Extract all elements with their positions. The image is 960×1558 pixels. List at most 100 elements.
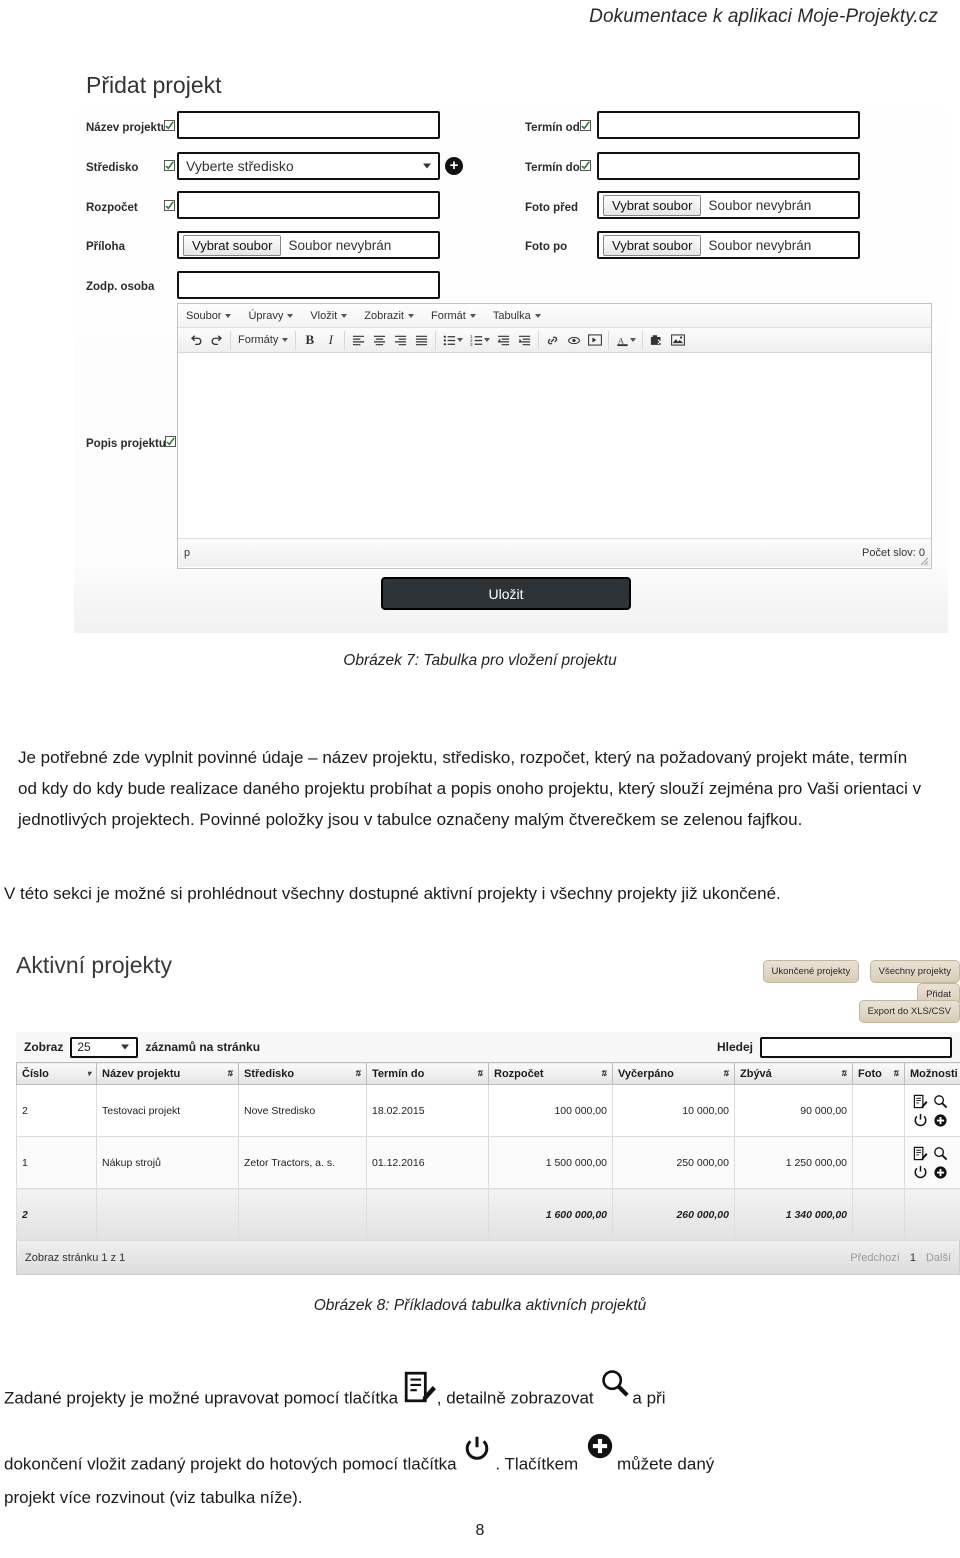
detail-search-icon[interactable] — [930, 1092, 950, 1111]
table-row[interactable]: 2 Testovaci projekt Nove Stredisko 18.02… — [16, 1084, 960, 1137]
input-zodp-osoba[interactable] — [177, 271, 440, 299]
formats-label: Formáty — [238, 334, 279, 346]
detail-search-icon[interactable] — [930, 1144, 950, 1163]
input-termin-od[interactable] — [597, 111, 860, 139]
editor-menu-format[interactable]: Formát — [431, 310, 476, 322]
editor-menu-label: Vložit — [310, 309, 338, 322]
editor-menu-upravy[interactable]: Úpravy — [248, 309, 294, 322]
file-input-foto-pred[interactable]: Vybrat soubor Soubor nevybrán — [597, 191, 860, 219]
pagination-previous[interactable]: Předchozí — [850, 1252, 900, 1264]
column-header-termin-do[interactable]: Termín do ⇅ — [366, 1062, 489, 1085]
button-export-xls-csv[interactable]: Export do XLS/CSV — [858, 1000, 960, 1023]
sort-both-icon: ⇅ — [476, 1068, 483, 1078]
button-vsechny-projekty[interactable]: Všechny projekty — [869, 960, 960, 983]
footer-rozpocet: 1 600 000,00 — [488, 1188, 613, 1241]
remove-format-icon[interactable] — [646, 331, 667, 350]
formats-dropdown[interactable]: Formáty — [234, 334, 292, 346]
editor-menu-label: Úpravy — [248, 309, 284, 322]
add-stredisko-button[interactable]: + — [445, 157, 463, 175]
chevron-down-icon[interactable] — [484, 338, 491, 342]
foto-pred-browse-button[interactable]: Vybrat soubor — [603, 194, 702, 216]
chevron-down-icon[interactable] — [457, 338, 464, 342]
complete-power-icon[interactable] — [910, 1163, 930, 1182]
image-icon[interactable] — [667, 331, 688, 350]
column-header-stredisko[interactable]: Středisko ⇅ — [238, 1062, 367, 1085]
edit-icon[interactable] — [910, 1092, 930, 1111]
editor-menu-vlozit[interactable]: Vložit — [310, 309, 348, 322]
file-input-foto-po[interactable]: Vybrat soubor Soubor nevybrán — [597, 231, 860, 259]
column-header-zbyva[interactable]: Zbývá ⇅ — [734, 1062, 853, 1085]
add-subproject-icon[interactable] — [930, 1111, 950, 1130]
toolbar-group-align — [345, 330, 437, 350]
column-header-cislo[interactable]: Číslo ▾ — [16, 1062, 97, 1085]
unlink-icon[interactable] — [563, 331, 584, 350]
editor-menu-zobrazit[interactable]: Zobrazit — [364, 310, 414, 322]
required-check-icon — [164, 120, 175, 131]
align-left-icon[interactable] — [348, 331, 369, 350]
label-nazev-projektu: Název projektu — [86, 122, 168, 134]
input-rozpocet[interactable] — [177, 191, 440, 219]
plus-icon: + — [449, 156, 459, 174]
select-stredisko[interactable]: Vyberte středisko — [177, 152, 440, 180]
cell-termin-do: 01.12.2016 — [366, 1136, 489, 1189]
priloha-browse-button[interactable]: Vybrat soubor — [183, 234, 282, 256]
label-foto-pred: Foto před — [525, 202, 579, 214]
indent-icon[interactable] — [514, 331, 535, 350]
chevron-down-icon[interactable] — [630, 338, 637, 342]
cell-cislo: 1 — [16, 1136, 97, 1189]
column-header-nazev-projektu[interactable]: Název projektu ⇅ — [96, 1062, 239, 1085]
pagination-page-1[interactable]: 1 — [910, 1252, 916, 1264]
table-row[interactable]: 1 Nákup strojů Zetor Tractors, a. s. 01.… — [16, 1136, 960, 1189]
editor-menu-tabulka[interactable]: Tabulka — [493, 310, 541, 322]
media-icon[interactable] — [584, 331, 605, 350]
paragraph3-part-c: a při — [632, 1388, 666, 1408]
undo-icon[interactable] — [185, 331, 206, 350]
bold-icon[interactable]: B — [299, 331, 320, 350]
paragraph-fill-required-info: Je potřebné zde vyplnit povinné údaje – … — [18, 748, 922, 829]
foto-po-browse-button[interactable]: Vybrat soubor — [603, 234, 702, 256]
outdent-icon[interactable] — [493, 331, 514, 350]
editor-statusbar: p Počet slov: 0 — [178, 538, 931, 567]
editor-content-area[interactable] — [178, 353, 931, 538]
editor-menu-soubor[interactable]: Soubor — [186, 310, 232, 322]
edit-icon[interactable] — [910, 1144, 930, 1163]
search-label: Hledej — [716, 1040, 753, 1054]
resize-grip-icon[interactable] — [920, 557, 929, 566]
align-right-icon[interactable] — [390, 331, 411, 350]
sort-desc-icon: ▾ — [86, 1068, 91, 1078]
complete-power-icon[interactable] — [910, 1111, 930, 1130]
search-input[interactable] — [760, 1036, 952, 1058]
save-button[interactable]: Uložit — [381, 577, 631, 610]
footer-termin-do — [366, 1188, 489, 1241]
italic-icon[interactable]: I — [320, 331, 341, 350]
chevron-down-icon — [225, 313, 232, 318]
add-subproject-icon[interactable] — [930, 1163, 950, 1182]
label-zodp-osoba: Zodp. osoba — [86, 281, 155, 293]
cell-nazev: Nákup strojů — [96, 1136, 239, 1189]
file-input-priloha[interactable]: Vybrat soubor Soubor nevybrán — [177, 231, 440, 259]
align-center-icon[interactable] — [369, 331, 390, 350]
column-header-foto[interactable]: Foto ⇅ — [852, 1062, 905, 1085]
column-header-vycerpano[interactable]: Vyčerpáno ⇅ — [612, 1062, 735, 1085]
form-title: Přidat projekt — [86, 72, 222, 98]
label-stredisko: Středisko — [86, 162, 139, 174]
column-header-rozpocet[interactable]: Rozpočet ⇅ — [488, 1062, 613, 1085]
editor-toolbar: Formáty B I 1 2 3 A — [178, 328, 931, 353]
editor-menu-label: Zobrazit — [364, 309, 404, 322]
link-icon[interactable] — [542, 331, 563, 350]
paragraph3-part-a: Zadané projekty je možné upravovat pomoc… — [4, 1388, 399, 1408]
editor-menu-label: Tabulka — [492, 309, 531, 322]
cell-cislo: 2 — [16, 1084, 97, 1137]
align-justify-icon[interactable] — [411, 331, 432, 350]
button-ukoncene-projekty[interactable]: Ukončené projekty — [762, 960, 860, 983]
rich-text-editor[interactable]: Soubor Úpravy Vložit Zobrazit Formát Tab… — [177, 303, 932, 569]
pagination-next[interactable]: Další — [926, 1252, 951, 1264]
page-length-select[interactable]: 25 — [70, 1036, 139, 1058]
datatable-info: Zobraz stránku 1 z 1 — [25, 1251, 126, 1264]
footer-cislo: 2 — [16, 1188, 97, 1241]
paragraph3-part-d: dokončení vložit zadaný projekt do hotov… — [4, 1454, 457, 1474]
input-nazev-projektu[interactable] — [177, 111, 440, 139]
redo-icon[interactable] — [206, 331, 227, 350]
chevron-down-icon — [287, 313, 294, 318]
input-termin-do[interactable] — [597, 152, 860, 180]
